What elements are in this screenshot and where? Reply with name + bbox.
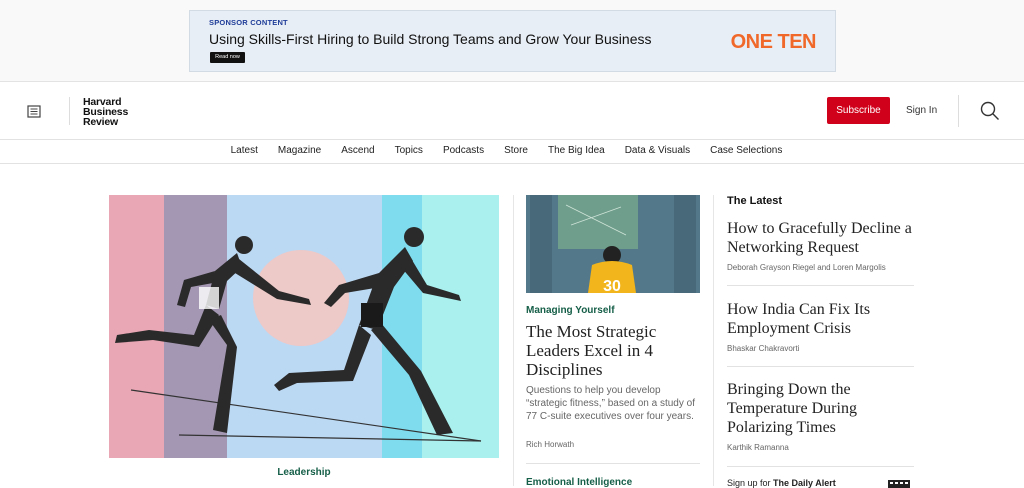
latest-item-title[interactable]: How to Gracefully Decline a Networking R… (727, 219, 917, 257)
sponsor-bar: SPONSOR CONTENT Using Skills-First Hirin… (0, 0, 1024, 82)
ad-title[interactable]: Using Skills-First Hiring to Build Stron… (209, 31, 651, 47)
column-divider (513, 195, 514, 486)
header-divider (958, 95, 959, 127)
latest-item-title[interactable]: How India Can Fix Its Employment Crisis (727, 300, 917, 338)
column-divider (713, 195, 714, 486)
latest-heading: The Latest (727, 195, 783, 207)
relay-illustration (109, 195, 499, 458)
football-illustration: 30 (526, 195, 700, 293)
sponsor-ad[interactable]: SPONSOR CONTENT Using Skills-First Hirin… (189, 10, 836, 72)
nav-item-podcasts[interactable]: Podcasts (443, 145, 484, 156)
latest-item[interactable]: How to Gracefully Decline a Networking R… (727, 219, 917, 272)
next-kicker[interactable]: Emotional Intelligence (526, 477, 632, 488)
magazine-icon[interactable] (27, 105, 41, 118)
nav-item-magazine[interactable]: Magazine (278, 145, 321, 156)
latest-item-author[interactable]: Karthik Ramanna (727, 443, 917, 452)
signup-name: The Daily Alert (773, 478, 836, 488)
latest-item-author[interactable]: Deborah Grayson Riegel and Loren Margoli… (727, 263, 917, 272)
envelope-icon (888, 480, 910, 488)
nav-item-latest[interactable]: Latest (231, 145, 258, 156)
hero-image[interactable] (109, 195, 499, 458)
site-header: Harvard Business Review Subscribe Sign I… (0, 83, 1024, 140)
latest-item[interactable]: How India Can Fix Its Employment Crisis … (727, 300, 917, 353)
oneten-logo: ONE TEN (730, 31, 817, 53)
latest-item[interactable]: Bringing Down the Temperature During Pol… (727, 380, 917, 452)
latest-divider (727, 285, 914, 286)
daily-alert-signup[interactable]: Sign up for The Daily Alert (727, 478, 836, 488)
main-nav: Latest Magazine Ascend Topics Podcasts S… (0, 140, 1024, 164)
subscribe-button[interactable]: Subscribe (827, 97, 890, 124)
latest-item-author[interactable]: Bhaskar Chakravorti (727, 344, 917, 353)
latest-item-title[interactable]: Bringing Down the Temperature During Pol… (727, 380, 917, 437)
nav-item-big-idea[interactable]: The Big Idea (548, 145, 605, 156)
card-divider (526, 463, 700, 464)
search-icon[interactable] (980, 101, 1000, 121)
feature-kicker[interactable]: Managing Yourself (526, 305, 615, 316)
signup-prefix: Sign up for (727, 478, 771, 488)
latest-divider (727, 466, 914, 467)
logo-divider (69, 97, 70, 125)
nav-item-data-visuals[interactable]: Data & Visuals (625, 145, 690, 156)
jersey-number: 30 (603, 278, 621, 293)
latest-divider (727, 366, 914, 367)
hbr-logo[interactable]: Harvard Business Review (83, 97, 128, 128)
feature-title[interactable]: The Most Strategic Leaders Excel in 4 Di… (526, 322, 696, 379)
read-now-button[interactable]: Read now (210, 52, 245, 63)
nav-item-store[interactable]: Store (504, 145, 528, 156)
nav-item-topics[interactable]: Topics (395, 145, 423, 156)
feature-image[interactable]: 30 (526, 195, 700, 293)
feature-author[interactable]: Rich Horwath (526, 440, 574, 449)
nav-item-ascend[interactable]: Ascend (341, 145, 374, 156)
logo-line-3: Review (83, 116, 118, 128)
sign-in-link[interactable]: Sign In (906, 105, 937, 116)
feature-description: Questions to help you develop “strategic… (526, 385, 695, 422)
hero-kicker[interactable]: Leadership (109, 467, 499, 478)
ad-tag: SPONSOR CONTENT (209, 18, 288, 27)
nav-item-case-selections[interactable]: Case Selections (710, 145, 782, 156)
